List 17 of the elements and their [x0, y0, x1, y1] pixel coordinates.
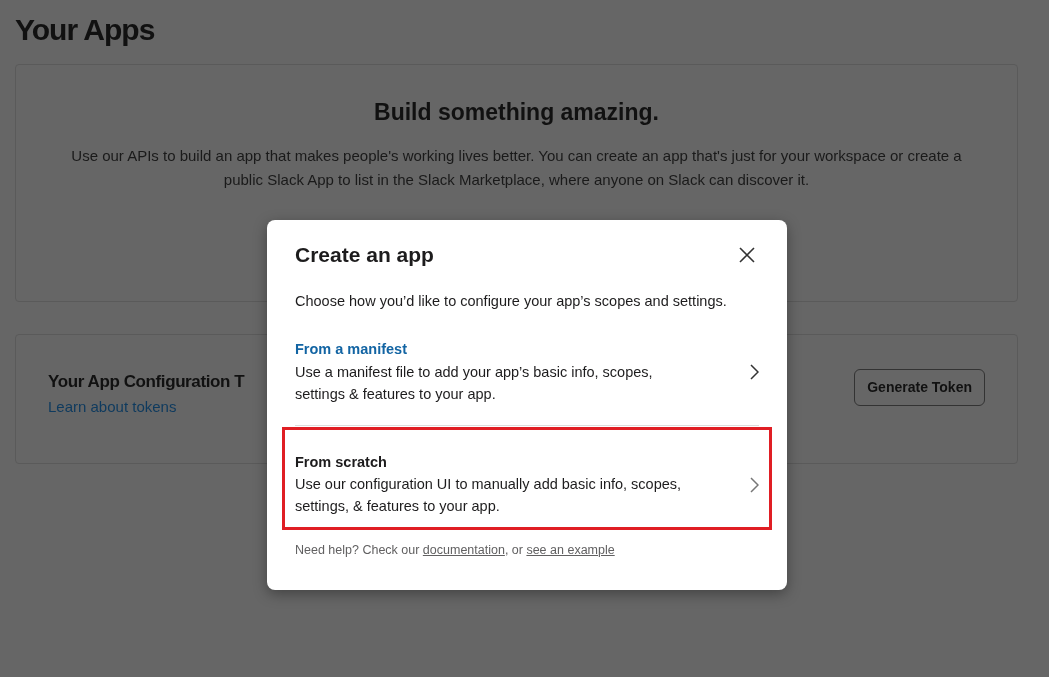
token-card-title: Your App Configuration T — [48, 371, 245, 393]
dialog-title: Create an app — [295, 242, 434, 268]
example-link[interactable]: see an example — [526, 543, 615, 558]
help-text: Need help? Check our documentation, or see an example — [295, 542, 616, 560]
highlighted-option[interactable]: From scratch Use our configuration UI to manually add basic info, scopes, settings, & features to your app. — [285, 429, 769, 528]
option-description: Use our configuration UI to manually add basic info, scopes, settings, & features to your app. — [295, 475, 683, 517]
intro-heading: Build something amazing. — [373, 98, 660, 127]
option-description: Use a manifest file to add your app’s basic info, scopes, settings & features to your app. — [295, 362, 654, 404]
dialog-subtitle: Choose how you’d like to configure your app’s scopes and settings. — [295, 292, 728, 312]
option-item[interactable]: From a manifest Use a manifest file to add your app’s basic info, scopes, settings & features to your app. — [295, 332, 759, 426]
documentation-link[interactable]: documentation — [422, 543, 505, 558]
page-title: Your Apps — [15, 12, 156, 48]
chevron-right-icon — [750, 363, 759, 380]
option-title: From a manifest — [295, 339, 408, 359]
intro-text: Use our APIs to build an app that makes people's working lives better. You can create an app that's just for your workspace or create a public Slack App to list in the Slack Marketplace, where anyone on Slack can discover it. — [70, 145, 963, 190]
chevron-right-icon — [750, 476, 759, 493]
option-title: From scratch — [295, 452, 388, 472]
